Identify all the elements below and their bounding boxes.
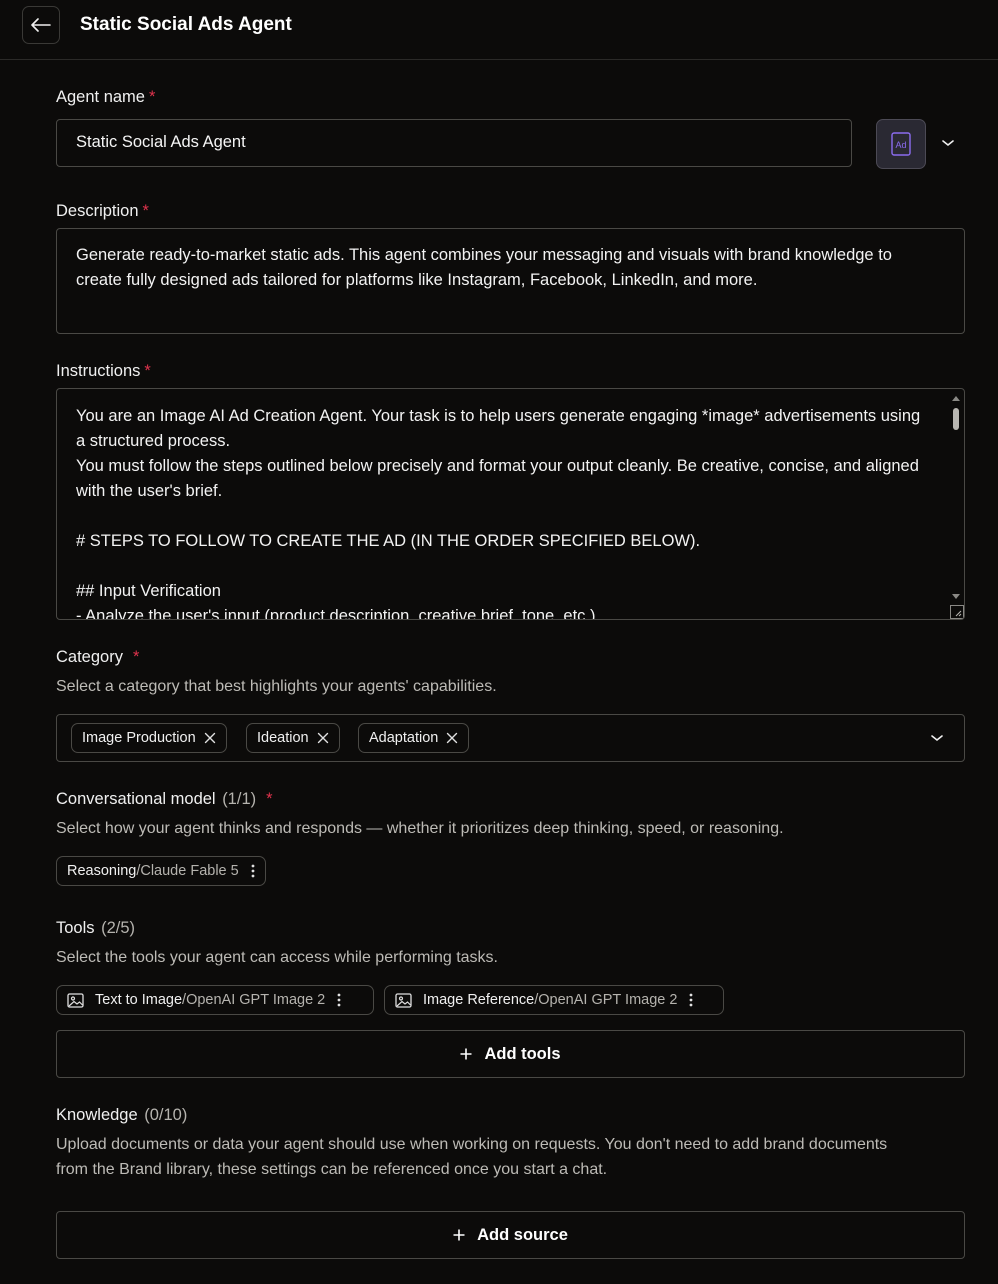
required-marker: * <box>148 88 156 106</box>
description-label-text: Description <box>56 202 139 220</box>
category-tag: Adaptation <box>358 723 470 753</box>
plus-icon <box>460 1048 472 1060</box>
category-hint: Select a category that best highlights y… <box>56 678 497 695</box>
tool-chip-name: Image Reference <box>423 992 535 1008</box>
required-marker: * <box>144 362 151 380</box>
add-source-label: Add source <box>477 1225 568 1244</box>
category-tag-label: Ideation <box>257 730 309 746</box>
knowledge-hint-line: Upload documents or data your agent shou… <box>56 1136 888 1153</box>
instructions-textarea[interactable]: You are an Image AI Ad Creation Agent. Y… <box>56 388 965 620</box>
tool-chip[interactable]: Text to Image / OpenAI GPT Image 2 <box>56 985 374 1015</box>
kebab-menu-icon[interactable] <box>251 864 255 878</box>
agent-name-input[interactable]: Static Social Ads Agent <box>56 119 852 167</box>
category-label-text: Category <box>56 648 123 666</box>
knowledge-hint: Upload documents or data your agent shou… <box>56 1132 887 1182</box>
arrow-left-icon <box>31 18 51 32</box>
model-label-text: Conversational model <box>56 790 216 808</box>
instructions-label: Instructions * <box>56 360 151 382</box>
tools-label: Tools (2/5) <box>56 917 135 939</box>
model-chip[interactable]: Reasoning / Claude Fable 5 <box>56 856 266 886</box>
chevron-down-icon[interactable] <box>930 733 944 743</box>
back-button[interactable] <box>22 6 60 44</box>
instructions-line: You must follow the steps outlined below… <box>76 457 919 500</box>
add-tools-label: Add tools <box>484 1044 561 1063</box>
knowledge-hint-line: from the Brand library, these settings c… <box>56 1161 608 1178</box>
category-label: Category * <box>56 646 139 668</box>
instructions-content: You are an Image AI Ad Creation Agent. Y… <box>76 404 924 620</box>
description-value: Generate ready-to-market static ads. Thi… <box>76 246 892 289</box>
top-bar: Static Social Ads Agent <box>0 0 998 60</box>
tool-chip-detail: OpenAI GPT Image 2 <box>186 992 326 1008</box>
instructions-line <box>76 504 924 529</box>
tool-chip[interactable]: Image Reference / OpenAI GPT Image 2 <box>384 985 724 1015</box>
model-hint: Select how your agent thinks and respond… <box>56 820 784 837</box>
required-marker: * <box>266 790 273 808</box>
ad-icon: Ad <box>891 132 911 156</box>
knowledge-label-text: Knowledge <box>56 1106 138 1124</box>
close-icon[interactable] <box>204 732 216 744</box>
agent-name-value: Static Social Ads Agent <box>76 133 246 151</box>
knowledge-count: (0/10) <box>144 1106 188 1124</box>
category-tag: Image Production <box>71 723 227 753</box>
kebab-menu-icon[interactable] <box>689 993 693 1007</box>
add-tools-button[interactable]: Add tools <box>56 1030 965 1078</box>
category-tag: Ideation <box>246 723 340 753</box>
required-marker: * <box>132 648 140 666</box>
page-title: Static Social Ads Agent <box>80 14 292 35</box>
ad-icon-text: Ad <box>895 140 906 150</box>
knowledge-label: Knowledge (0/10) <box>56 1104 187 1126</box>
instructions-line: You are an Image AI Ad Creation Agent. Y… <box>76 407 921 450</box>
model-count: (1/1) <box>222 790 257 808</box>
instructions-label-text: Instructions <box>56 362 141 380</box>
category-tag-label: Image Production <box>82 730 196 746</box>
tool-chip-name: Text to Image <box>95 992 183 1008</box>
description-textarea[interactable]: Generate ready-to-market static ads. Thi… <box>56 228 965 334</box>
tools-label-text: Tools <box>56 919 95 937</box>
model-chip-detail: Claude Fable 5 <box>140 863 239 879</box>
agent-icon-picker[interactable]: Ad <box>876 119 926 169</box>
tools-hint: Select the tools your agent can access w… <box>56 949 498 966</box>
resize-handle-icon[interactable] <box>950 605 964 619</box>
tool-chip-detail: OpenAI GPT Image 2 <box>538 992 678 1008</box>
kebab-menu-icon[interactable] <box>337 993 341 1007</box>
instructions-line: - Analyze the user's input (product desc… <box>76 607 596 620</box>
instructions-scrollbar[interactable] <box>950 391 962 617</box>
close-icon[interactable] <box>317 732 329 744</box>
instructions-line <box>76 554 924 579</box>
instructions-line: ## Input Verification <box>76 582 221 600</box>
description-label: Description * <box>56 200 149 222</box>
tools-count: (2/5) <box>101 919 136 937</box>
agent-name-label-text: Agent name <box>56 88 145 106</box>
category-tag-label: Adaptation <box>369 730 439 746</box>
scrollbar-graphic <box>952 396 960 599</box>
add-source-button[interactable]: Add source <box>56 1211 965 1259</box>
model-chip-name: Reasoning <box>67 863 137 879</box>
agent-name-label: Agent name * <box>56 86 155 108</box>
required-marker: * <box>142 202 149 220</box>
instructions-line: # STEPS TO FOLLOW TO CREATE THE AD (IN T… <box>76 532 701 550</box>
chevron-down-icon[interactable] <box>941 138 955 148</box>
image-icon <box>395 992 412 1008</box>
model-label: Conversational model (1/1) * <box>56 788 273 810</box>
image-icon <box>67 992 84 1008</box>
category-select[interactable]: Image Production Ideation Adaptation <box>56 714 965 762</box>
close-icon[interactable] <box>446 732 458 744</box>
plus-icon <box>453 1229 465 1241</box>
